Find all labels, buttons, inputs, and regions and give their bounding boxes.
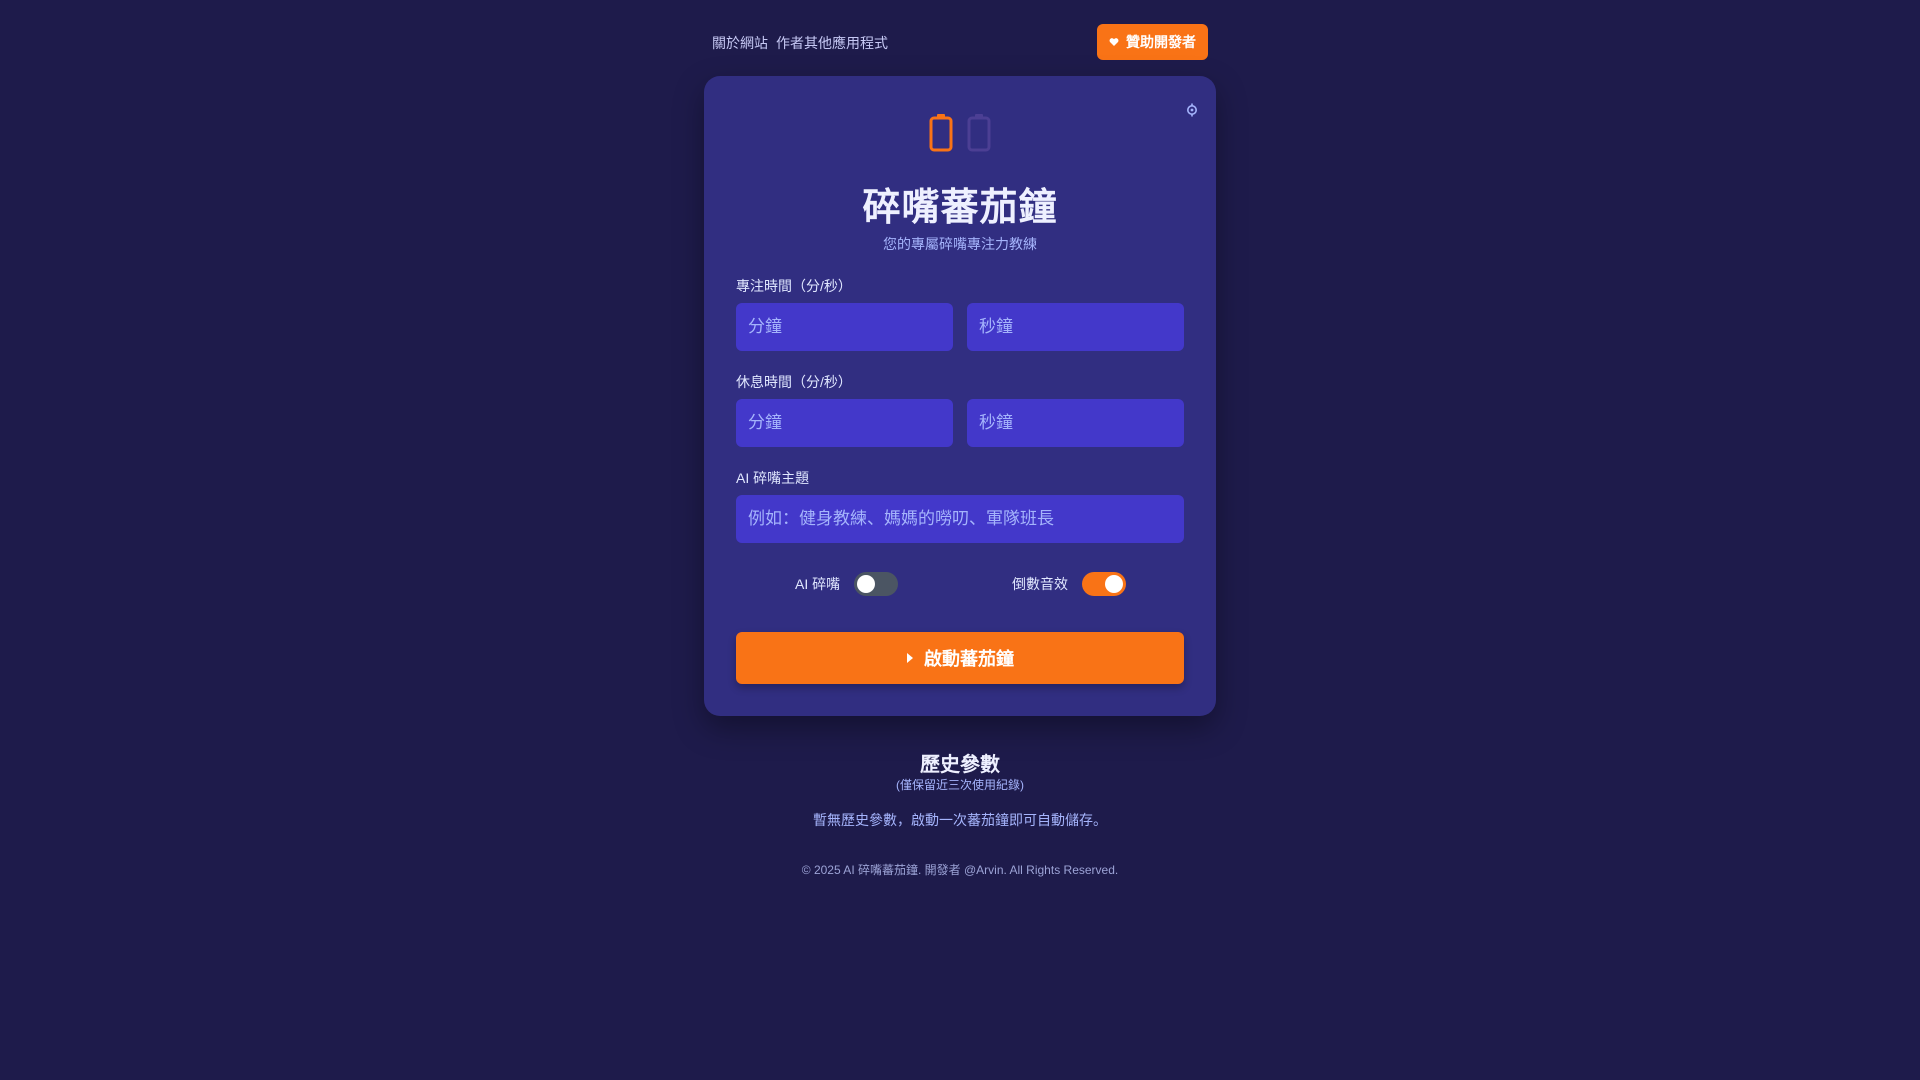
countdown-sound-toggle-group: 倒數音效 (1012, 572, 1126, 596)
play-icon (906, 648, 914, 669)
app-subtitle: 您的專屬碎嘴專注力教練 (883, 236, 1037, 252)
start-label: 啟動蕃茄鐘 (924, 649, 1014, 669)
ai-theme-label: AI 碎嘴主題 (736, 470, 810, 486)
ai-chatter-label: AI 碎嘴 (795, 576, 841, 592)
chat-bubble-icon (966, 112, 992, 161)
countdown-sound-toggle[interactable] (1082, 572, 1126, 596)
toggle-knob (1105, 575, 1123, 593)
ai-chatter-toggle-group: AI 碎嘴 (795, 572, 899, 596)
countdown-sound-label: 倒數音效 (1012, 576, 1068, 592)
ai-theme-input[interactable] (736, 495, 1184, 543)
history-note: (僅保留近三次使用紀錄) (896, 778, 1024, 792)
focus-seconds-input[interactable] (967, 303, 1184, 351)
nav-link-other-apps[interactable]: 作者其他應用程式 (776, 33, 888, 53)
history-empty-message: 暫無歷史參數，啟動一次蕃茄鐘即可自動儲存。 (813, 812, 1107, 828)
footer-copyright: © 2025 AI 碎嘴蕃茄鐘. 開發者 @Arvin. All Rights … (801, 863, 1119, 877)
heart-icon (1109, 37, 1119, 47)
rest-seconds-input[interactable] (967, 399, 1184, 447)
start-pomodoro-button[interactable]: 啟動蕃茄鐘 (736, 632, 1184, 684)
history-title: 歷史參數 (920, 754, 1000, 776)
top-nav: 關於網站 作者其他應用程式 贊助開發者 (704, 24, 1216, 60)
sponsor-label: 贊助開發者 (1126, 34, 1196, 50)
toggle-knob (857, 575, 876, 593)
app-title: 碎嘴蕃茄鐘 (862, 187, 1058, 229)
focus-minutes-input[interactable] (736, 303, 953, 351)
ai-chatter-toggle[interactable] (854, 572, 899, 596)
hero-icons (704, 112, 1216, 161)
toggle-row: AI 碎嘴 倒數音效 (704, 572, 1216, 596)
rest-minutes-input[interactable] (736, 399, 953, 447)
nav-links: 關於網站 作者其他應用程式 (712, 33, 888, 53)
focus-time-label: 專注時間（分/秒） (736, 278, 852, 294)
tomato-icon (928, 112, 954, 161)
pomodoro-card: 碎嘴蕃茄鐘 您的專屬碎嘴專注力教練 專注時間（分/秒） 休息時間（分/秒） AI… (704, 76, 1216, 716)
nav-link-about[interactable]: 關於網站 (712, 33, 768, 53)
rest-time-label: 休息時間（分/秒） (736, 374, 852, 390)
sponsor-button[interactable]: 贊助開發者 (1097, 24, 1208, 60)
